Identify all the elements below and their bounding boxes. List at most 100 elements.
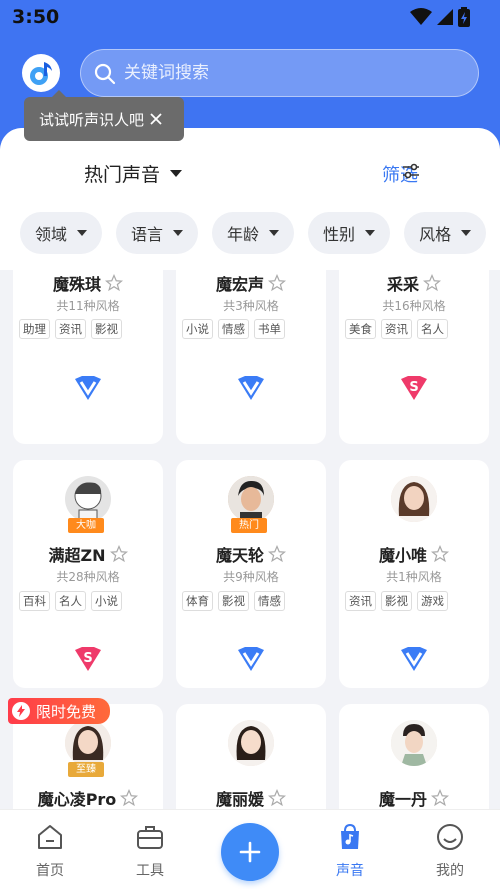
favorite-star-icon[interactable]	[268, 545, 286, 563]
chip-label: 年龄	[227, 225, 260, 244]
search-input[interactable]	[124, 58, 464, 88]
bottom-navigation: 首页 工具 声音 我的	[0, 809, 500, 889]
voice-name: 满超ZN	[48, 546, 106, 565]
voice-card[interactable]: 热门 魔天轮 共9种风格 体育 影视 情感	[176, 460, 326, 688]
filter-chip-age[interactable]: 年龄	[212, 212, 295, 254]
app-logo[interactable]	[22, 54, 60, 92]
chip-label: 领域	[35, 225, 68, 244]
favorite-star-icon[interactable]	[105, 274, 123, 292]
home-icon	[38, 825, 62, 849]
avatar	[65, 476, 111, 522]
favorite-star-icon[interactable]	[431, 545, 449, 563]
filter-chip-language[interactable]: 语言	[116, 212, 199, 254]
tag: 情感	[218, 319, 249, 339]
tag: 体育	[182, 591, 213, 611]
nav-label: 声音	[336, 863, 364, 879]
tooltip-text: 试试听声识人吧	[39, 110, 145, 129]
style-count: 共1种风格	[386, 570, 442, 584]
status-icons	[410, 7, 470, 27]
cartoon-avatar	[74, 482, 102, 522]
voice-name: 魔天轮	[215, 546, 264, 565]
close-icon[interactable]	[149, 112, 163, 126]
nav-home[interactable]: 首页	[20, 822, 80, 880]
filter-chip-domain[interactable]: 领域	[20, 212, 103, 254]
nav-label: 工具	[136, 863, 164, 879]
nav-label: 我的	[436, 863, 464, 879]
avatar	[391, 476, 437, 522]
favorite-star-icon[interactable]	[268, 789, 286, 807]
toolbox-icon	[137, 826, 163, 849]
voice-bag-icon	[341, 823, 359, 849]
caret-down-icon	[173, 229, 184, 236]
nav-voice[interactable]: 声音	[320, 822, 380, 880]
smile-icon	[437, 824, 463, 850]
vip-v-badge-icon	[75, 376, 101, 400]
favorite-star-icon[interactable]	[109, 545, 128, 563]
tag: 书单	[254, 319, 285, 339]
status-time: 3:50	[12, 6, 60, 28]
vip-v-badge-icon	[238, 647, 264, 671]
voice-name: 魔殊琪	[52, 275, 101, 294]
style-count: 共28种风格	[56, 570, 120, 584]
voice-card[interactable]: 魔小唯 共1种风格 资讯 影视 游戏	[339, 460, 489, 688]
limited-free-text: 限时免费	[36, 702, 97, 721]
nav-tools[interactable]: 工具	[120, 822, 180, 880]
person-photo	[391, 720, 437, 766]
person-photo	[391, 476, 437, 522]
filter-chips: 领域 语言 年龄 性别 风格	[20, 212, 487, 254]
filter-sliders-icon[interactable]	[402, 162, 420, 180]
signal-icon	[437, 9, 453, 25]
category-title: 热门声音	[84, 164, 161, 186]
favorite-star-icon[interactable]	[268, 274, 286, 292]
tag: 资讯	[55, 319, 86, 339]
search-icon	[94, 63, 116, 85]
svg-text:S: S	[409, 380, 418, 395]
tag: 影视	[218, 591, 249, 611]
status-bar: 3:50	[0, 0, 500, 34]
avatar	[228, 476, 274, 522]
vip-v-badge-icon	[401, 647, 427, 671]
label-badge: 至臻	[68, 762, 104, 777]
favorite-star-icon[interactable]	[423, 274, 441, 292]
tag: 影视	[91, 319, 122, 339]
voice-name: 采采	[386, 275, 419, 294]
plus-icon	[239, 841, 261, 863]
person-photo	[228, 476, 274, 522]
tag: 影视	[381, 591, 412, 611]
tag: 小说	[182, 319, 213, 339]
style-count: 共16种风格	[382, 299, 446, 313]
label-badge: 热门	[231, 518, 267, 533]
style-count: 共9种风格	[223, 570, 279, 584]
avatar	[228, 720, 274, 766]
chip-label: 语言	[131, 225, 164, 244]
create-button[interactable]	[221, 823, 279, 881]
svg-text:S: S	[83, 651, 92, 666]
style-count: 共11种风格	[56, 299, 120, 313]
category-dropdown[interactable]: 热门声音	[84, 160, 183, 187]
person-photo	[65, 720, 111, 766]
chip-label: 风格	[419, 225, 452, 244]
music-note-logo-icon	[30, 62, 52, 85]
chip-label: 性别	[323, 225, 356, 244]
nav-mine[interactable]: 我的	[420, 822, 480, 880]
label-badge: 大咖	[68, 518, 104, 533]
voice-card[interactable]: 大咖 满超ZN 共28种风格 百科 名人 小说 S	[13, 460, 163, 688]
search-bar[interactable]	[80, 49, 479, 97]
svip-s-badge-icon: S	[75, 647, 101, 671]
vip-v-badge-icon	[238, 376, 264, 400]
limited-free-badge: 限时免费	[8, 698, 110, 724]
content-sheet: 魔殊琪 共11种风格 助理 资讯 影视 魔宏声 共3种风格 小说 情感 书单 采…	[0, 128, 500, 889]
voice-recognition-tooltip[interactable]: 试试听声识人吧	[24, 90, 184, 141]
favorite-star-icon[interactable]	[431, 789, 449, 807]
tag: 情感	[254, 591, 285, 611]
tag: 助理	[19, 319, 50, 339]
avatar	[65, 720, 111, 766]
tag: 资讯	[381, 319, 412, 339]
favorite-star-icon[interactable]	[120, 789, 139, 807]
style-count: 共3种风格	[223, 299, 279, 313]
battery-icon	[458, 7, 470, 27]
nav-label: 首页	[36, 863, 64, 879]
filter-chip-style[interactable]: 风格	[404, 212, 487, 254]
filter-chip-gender[interactable]: 性别	[308, 212, 391, 254]
caret-down-icon	[269, 229, 280, 236]
